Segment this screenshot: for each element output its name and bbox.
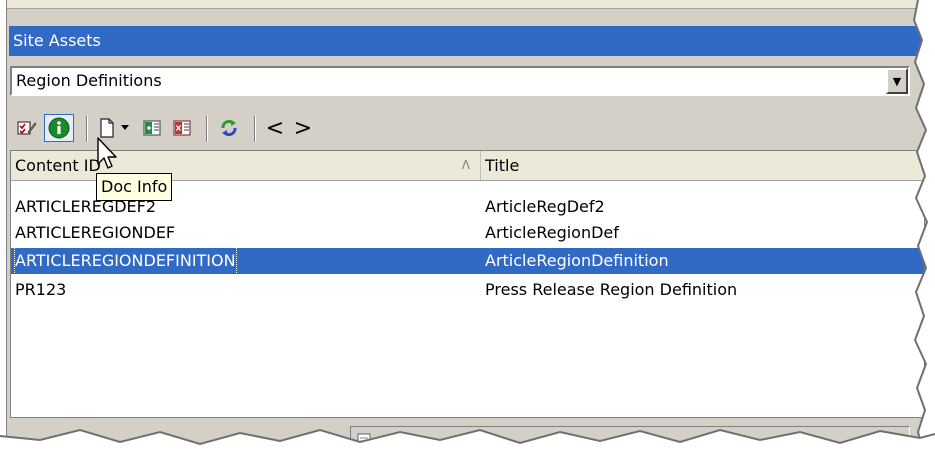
remove-from-list-button[interactable] bbox=[170, 114, 194, 142]
checklist-edit-button[interactable] bbox=[14, 114, 40, 142]
forward-icon: > bbox=[293, 115, 313, 141]
dropdown-button[interactable]: ▼ bbox=[886, 68, 908, 94]
top-border bbox=[7, 0, 935, 9]
refresh-icon bbox=[221, 120, 237, 136]
cell-content-id: ARTICLEREGIONDEFINITION bbox=[14, 247, 237, 275]
asset-type-dropdown[interactable]: Region Definitions ▼ bbox=[10, 66, 910, 96]
column-header-content-id[interactable]: Content ID Λ bbox=[11, 151, 481, 180]
status-bar bbox=[10, 426, 925, 454]
table-row-selected[interactable]: ARTICLEREGIONDEFINITION ArticleRegionDef… bbox=[11, 247, 924, 275]
cell-title: ArticleRegDef2 bbox=[485, 197, 605, 216]
refresh-button[interactable] bbox=[216, 114, 242, 142]
doc-info-tooltip: Doc Info bbox=[96, 173, 173, 201]
column-header-label: Title bbox=[485, 156, 520, 175]
dropdown-value: Region Definitions bbox=[16, 71, 162, 90]
cell-title: ArticleRegionDef bbox=[485, 223, 619, 242]
mouse-pointer-icon bbox=[97, 137, 117, 169]
status-url-cell bbox=[350, 426, 910, 454]
page-icon bbox=[357, 433, 371, 447]
checklist-edit-icon bbox=[17, 121, 37, 135]
toolbar-separator bbox=[86, 116, 88, 142]
panel-title: Site Assets bbox=[13, 31, 101, 50]
toolbar: < > bbox=[10, 110, 910, 146]
cell-content-id: ARTICLEREGIONDEF bbox=[15, 223, 176, 242]
cell-title: Press Release Region Definition bbox=[485, 280, 738, 299]
cell-title: ArticleRegionDefinition bbox=[485, 251, 669, 270]
toolbar-separator bbox=[254, 116, 256, 142]
cell-content-id: PR123 bbox=[15, 280, 67, 299]
chevron-down-icon: ▼ bbox=[892, 74, 902, 88]
remove-from-list-icon bbox=[173, 120, 191, 136]
column-header-label: Content ID bbox=[15, 156, 101, 175]
back-icon: < bbox=[265, 115, 285, 141]
toolbar-separator bbox=[206, 116, 208, 142]
info-icon bbox=[48, 117, 70, 139]
doc-info-button[interactable] bbox=[44, 114, 74, 142]
add-to-list-icon bbox=[143, 120, 161, 136]
table-row[interactable]: PR123 Press Release Region Definition bbox=[11, 277, 924, 303]
panel-title-bar: Site Assets bbox=[9, 26, 925, 56]
back-button[interactable]: < bbox=[264, 114, 286, 142]
add-to-list-button[interactable] bbox=[140, 114, 164, 142]
table-row[interactable]: ARTICLEREGIONDEF ArticleRegionDef bbox=[11, 220, 924, 246]
sort-ascending-icon: Λ bbox=[461, 158, 470, 172]
dropdown-arrow-icon bbox=[121, 125, 129, 130]
forward-button[interactable]: > bbox=[292, 114, 314, 142]
column-header-title[interactable]: Title bbox=[481, 151, 926, 180]
screenshot: Site Assets Region Definitions ▼ < > Con… bbox=[0, 0, 935, 454]
new-document-icon bbox=[100, 118, 114, 138]
